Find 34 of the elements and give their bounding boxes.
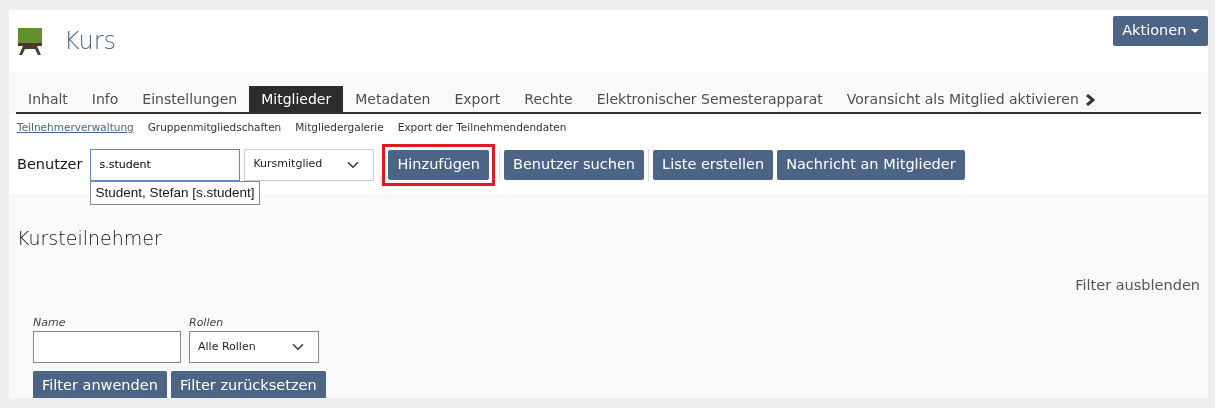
section-heading: Kursteilnehmer xyxy=(17,225,163,251)
field-label: Benutzer xyxy=(17,154,83,174)
action-button[interactable]: Hinzufügen xyxy=(388,149,489,180)
tab[interactable]: Voransicht als Mitglied aktivieren xyxy=(834,86,1091,112)
tab[interactable]: Metadaten xyxy=(343,86,443,112)
subtab-link[interactable]: Teilnehmerverwaltung xyxy=(17,120,134,136)
subtab-link[interactable]: Mitgliedergalerie xyxy=(295,120,384,136)
actions-dropdown-button[interactable]: Aktionen xyxy=(1113,16,1208,46)
tab[interactable]: Export xyxy=(442,86,513,112)
subtab-link[interactable]: Export der Teilnehmendendaten xyxy=(397,120,567,136)
subtab-link[interactable]: Gruppenmitgliedschaften xyxy=(147,120,282,136)
user-input-field[interactable]: s.student xyxy=(90,148,241,181)
filter-button[interactable]: Filter zurücksetzen xyxy=(170,371,326,398)
filter-button[interactable]: Filter anwenden xyxy=(33,371,167,398)
role-select[interactable]: Kursmitglied xyxy=(244,148,375,181)
action-button[interactable]: Benutzer suchen xyxy=(504,149,645,180)
action-button[interactable]: Liste erstellen xyxy=(653,149,774,180)
roles-select[interactable]: Alle Rollen xyxy=(189,331,319,364)
autocomplete-suggestion[interactable]: Student, Stefan [s.student] xyxy=(90,180,260,205)
tab[interactable]: Elektronischer Semesterapparat xyxy=(584,86,835,112)
course-icon xyxy=(18,27,42,55)
caret-icon xyxy=(1191,29,1199,34)
name-input-field[interactable] xyxy=(33,331,181,364)
tab[interactable]: Rechte xyxy=(512,86,585,112)
page-title: Kurs xyxy=(64,26,117,57)
filter-toggle-link[interactable]: Filter ausblenden xyxy=(1075,275,1200,297)
tab[interactable]: Info xyxy=(79,86,131,112)
tab[interactable]: Einstellungen xyxy=(130,86,250,112)
tab[interactable]: Inhalt xyxy=(16,86,80,112)
tab[interactable]: Mitglieder xyxy=(249,86,344,112)
field-label: Rollen xyxy=(189,314,225,331)
chevron-right-icon[interactable] xyxy=(1084,94,1095,106)
field-label: Name xyxy=(33,314,67,331)
action-button[interactable]: Nachricht an Mitglieder xyxy=(777,149,965,180)
